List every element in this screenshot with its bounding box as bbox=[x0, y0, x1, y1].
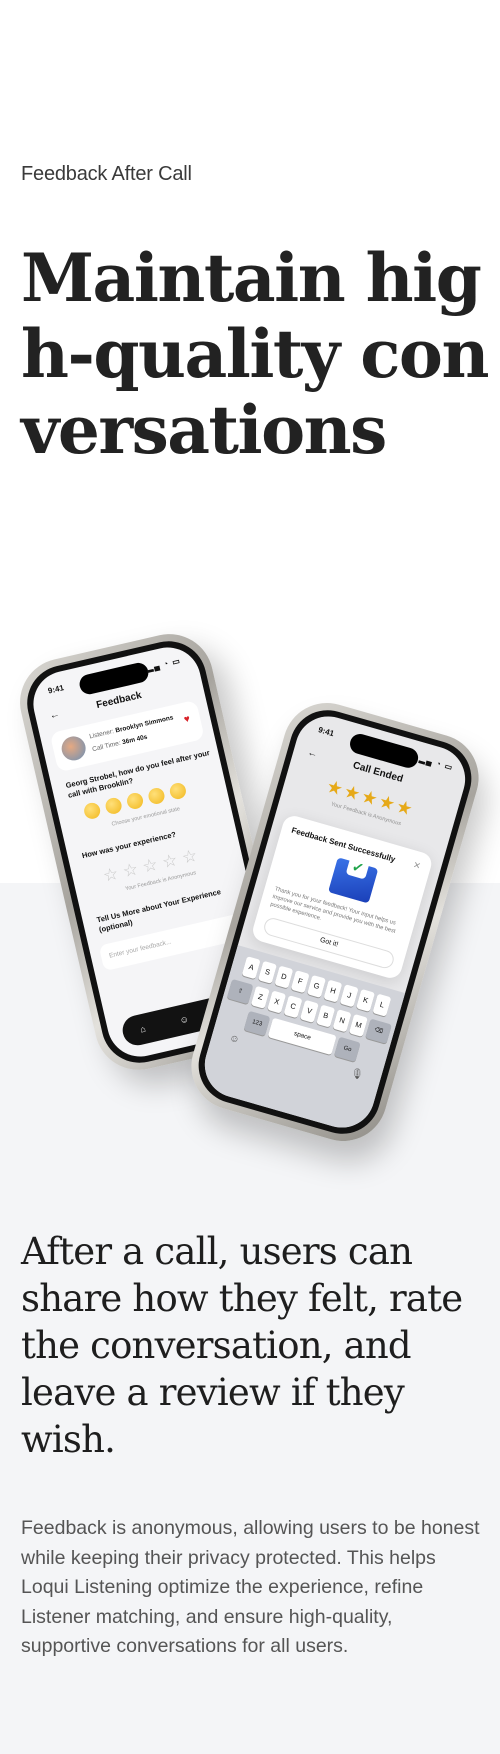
backspace-key-icon[interactable]: ⌫ bbox=[365, 1018, 392, 1044]
key-s[interactable]: S bbox=[258, 960, 277, 984]
key-d[interactable]: D bbox=[274, 965, 294, 989]
key-x[interactable]: X bbox=[267, 990, 287, 1014]
subheadline: After a call, users can share how they f… bbox=[21, 1230, 463, 1461]
key-m[interactable]: M bbox=[348, 1013, 368, 1037]
key-n[interactable]: N bbox=[332, 1009, 352, 1033]
heart-icon[interactable]: ♥ bbox=[183, 714, 191, 726]
envelope-check-icon: ✓ bbox=[328, 854, 379, 904]
key-h[interactable]: H bbox=[323, 979, 343, 1003]
emoji-keyboard-icon[interactable]: ☺ bbox=[228, 1033, 241, 1046]
star-icon[interactable]: ☆ bbox=[160, 850, 179, 873]
key-f[interactable]: F bbox=[290, 970, 310, 994]
key-123[interactable]: 123 bbox=[243, 1010, 271, 1037]
emoji-happy-icon[interactable] bbox=[168, 781, 188, 801]
people-icon[interactable]: ☺ bbox=[179, 1014, 190, 1026]
key-a[interactable]: A bbox=[241, 956, 261, 980]
key-go[interactable]: Go bbox=[334, 1036, 361, 1062]
call-time: 36m 40s bbox=[121, 733, 149, 747]
key-k[interactable]: K bbox=[356, 988, 376, 1013]
emoji-content-icon[interactable] bbox=[146, 786, 167, 806]
emoji-sad-icon[interactable] bbox=[82, 801, 102, 821]
key-b[interactable]: B bbox=[316, 1004, 336, 1028]
home-icon[interactable]: ⌂ bbox=[139, 1024, 147, 1035]
key-g[interactable]: G bbox=[307, 974, 327, 998]
star-icon[interactable]: ☆ bbox=[121, 859, 140, 882]
emoji-unhappy-icon[interactable] bbox=[104, 796, 124, 816]
emoji-neutral-icon[interactable] bbox=[125, 791, 145, 811]
listener-name: Brooklyn Simmons bbox=[114, 714, 175, 735]
star-icon[interactable]: ☆ bbox=[101, 864, 120, 887]
page-headline: Maintain high-quality conversations bbox=[21, 239, 489, 469]
status-time: 9:41 bbox=[47, 683, 65, 696]
microphone-icon[interactable]: 🎙 bbox=[349, 1067, 364, 1081]
close-icon[interactable]: ✕ bbox=[412, 860, 422, 873]
status-icons: ▂▄ ◔ ▭ bbox=[145, 656, 182, 673]
key-z[interactable]: Z bbox=[250, 985, 270, 1009]
eyebrow-label: Feedback After Call bbox=[21, 163, 192, 185]
star-icon[interactable]: ☆ bbox=[180, 846, 199, 869]
key-c[interactable]: C bbox=[283, 995, 303, 1019]
avatar bbox=[59, 734, 89, 763]
key-v[interactable]: V bbox=[299, 999, 319, 1023]
shift-key-icon[interactable]: ⇧ bbox=[226, 978, 254, 1005]
body-paragraph: Feedback is anonymous, allowing users to… bbox=[21, 1517, 480, 1657]
key-j[interactable]: J bbox=[339, 984, 359, 1008]
star-icon[interactable]: ☆ bbox=[141, 855, 160, 878]
key-l[interactable]: L bbox=[372, 993, 392, 1017]
